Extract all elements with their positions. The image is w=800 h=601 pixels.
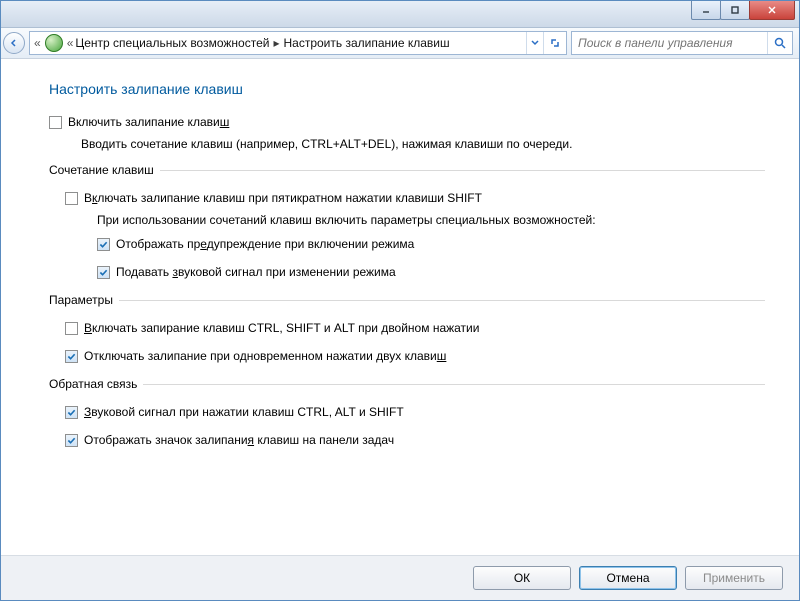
breadcrumb-item-1[interactable]: Центр специальных возможностей <box>75 36 269 50</box>
breadcrumb-item-2[interactable]: Настроить залипание клавиш <box>284 36 450 50</box>
checkbox-icon <box>49 116 62 129</box>
checkbox-enable-sticky[interactable]: Включить залипание клавиш <box>49 113 765 131</box>
group-parameters-legend: Параметры <box>49 293 119 307</box>
refresh-icon <box>549 37 561 49</box>
shortcut-note: При использовании сочетаний клавиш включ… <box>97 213 765 227</box>
window-controls <box>692 1 795 20</box>
checkbox-icon <box>97 266 110 279</box>
checkbox-icon <box>65 350 78 363</box>
checkbox-show-warning[interactable]: Отображать предупреждение при включении … <box>97 235 765 253</box>
checkbox-tray-icon[interactable]: Отображать значок залипания клавиш на па… <box>65 431 765 449</box>
minimize-button[interactable] <box>691 1 721 20</box>
page-title: Настроить залипание клавиш <box>49 81 765 97</box>
checkbox-show-warning-label: Отображать предупреждение при включении … <box>116 235 414 253</box>
checkbox-enable-sticky-label: Включить залипание клавиш <box>68 113 229 131</box>
checkbox-lock-modifier-label: Включать запирание клавиш CTRL, SHIFT и … <box>84 319 479 337</box>
search-icon <box>773 36 787 50</box>
checkbox-off-two-keys[interactable]: Отключать залипание при одновременном на… <box>65 347 765 365</box>
refresh-button[interactable] <box>543 32 566 54</box>
checkbox-icon <box>65 322 78 335</box>
checkbox-icon <box>65 434 78 447</box>
checkbox-tray-icon-label: Отображать значок залипания клавиш на па… <box>84 431 394 449</box>
control-panel-icon <box>45 34 63 52</box>
address-bar: « « Центр специальных возможностей ▸ Нас… <box>1 28 799 59</box>
titlebar <box>1 0 799 28</box>
checkbox-play-sound-label: Подавать звуковой сигнал при изменении р… <box>116 263 396 281</box>
window: « « Центр специальных возможностей ▸ Нас… <box>0 0 800 601</box>
checkbox-icon <box>65 406 78 419</box>
maximize-button[interactable] <box>720 1 750 20</box>
cancel-button[interactable]: Отмена <box>579 566 677 590</box>
group-parameters: Параметры Включать запирание клавиш CTRL… <box>49 293 765 365</box>
group-shortcut: Сочетание клавиш Включать залипание клав… <box>49 163 765 281</box>
group-feedback-legend: Обратная связь <box>49 377 143 391</box>
checkbox-play-sound[interactable]: Подавать звуковой сигнал при изменении р… <box>97 263 765 281</box>
maximize-icon <box>730 5 740 15</box>
checkbox-off-two-keys-label: Отключать залипание при одновременном на… <box>84 347 446 365</box>
minimize-icon <box>701 5 711 15</box>
nav-back-button[interactable] <box>3 32 25 54</box>
content-area: Настроить залипание клавиш Включить зали… <box>1 59 799 555</box>
close-icon <box>766 5 778 15</box>
breadcrumb-separator: ▸ <box>273 36 279 50</box>
checkbox-five-shift[interactable]: Включать залипание клавиш при пятикратно… <box>65 189 765 207</box>
chevron-down-icon <box>531 39 539 47</box>
search-input[interactable] <box>572 35 767 51</box>
group-feedback: Обратная связь Звуковой сигнал при нажат… <box>49 377 765 449</box>
group-shortcut-legend: Сочетание клавиш <box>49 163 160 177</box>
checkbox-icon <box>65 192 78 205</box>
apply-button[interactable]: Применить <box>685 566 783 590</box>
footer: ОК Отмена Применить <box>1 555 799 600</box>
breadcrumb[interactable]: « « Центр специальных возможностей ▸ Нас… <box>29 31 567 55</box>
checkbox-beep[interactable]: Звуковой сигнал при нажатии клавиш CTRL,… <box>65 403 765 421</box>
checkbox-lock-modifier[interactable]: Включать запирание клавиш CTRL, SHIFT и … <box>65 319 765 337</box>
enable-sticky-hint: Вводить сочетание клавиш (например, CTRL… <box>81 137 765 151</box>
checkbox-five-shift-label: Включать залипание клавиш при пятикратно… <box>84 189 482 207</box>
chevron-left-icon <box>9 38 19 48</box>
ok-button[interactable]: ОК <box>473 566 571 590</box>
checkbox-icon <box>97 238 110 251</box>
close-button[interactable] <box>749 1 795 20</box>
search-box[interactable] <box>571 31 793 55</box>
search-button[interactable] <box>767 32 792 54</box>
breadcrumb-dropdown[interactable] <box>526 32 543 54</box>
checkbox-beep-label: Звуковой сигнал при нажатии клавиш CTRL,… <box>84 403 404 421</box>
